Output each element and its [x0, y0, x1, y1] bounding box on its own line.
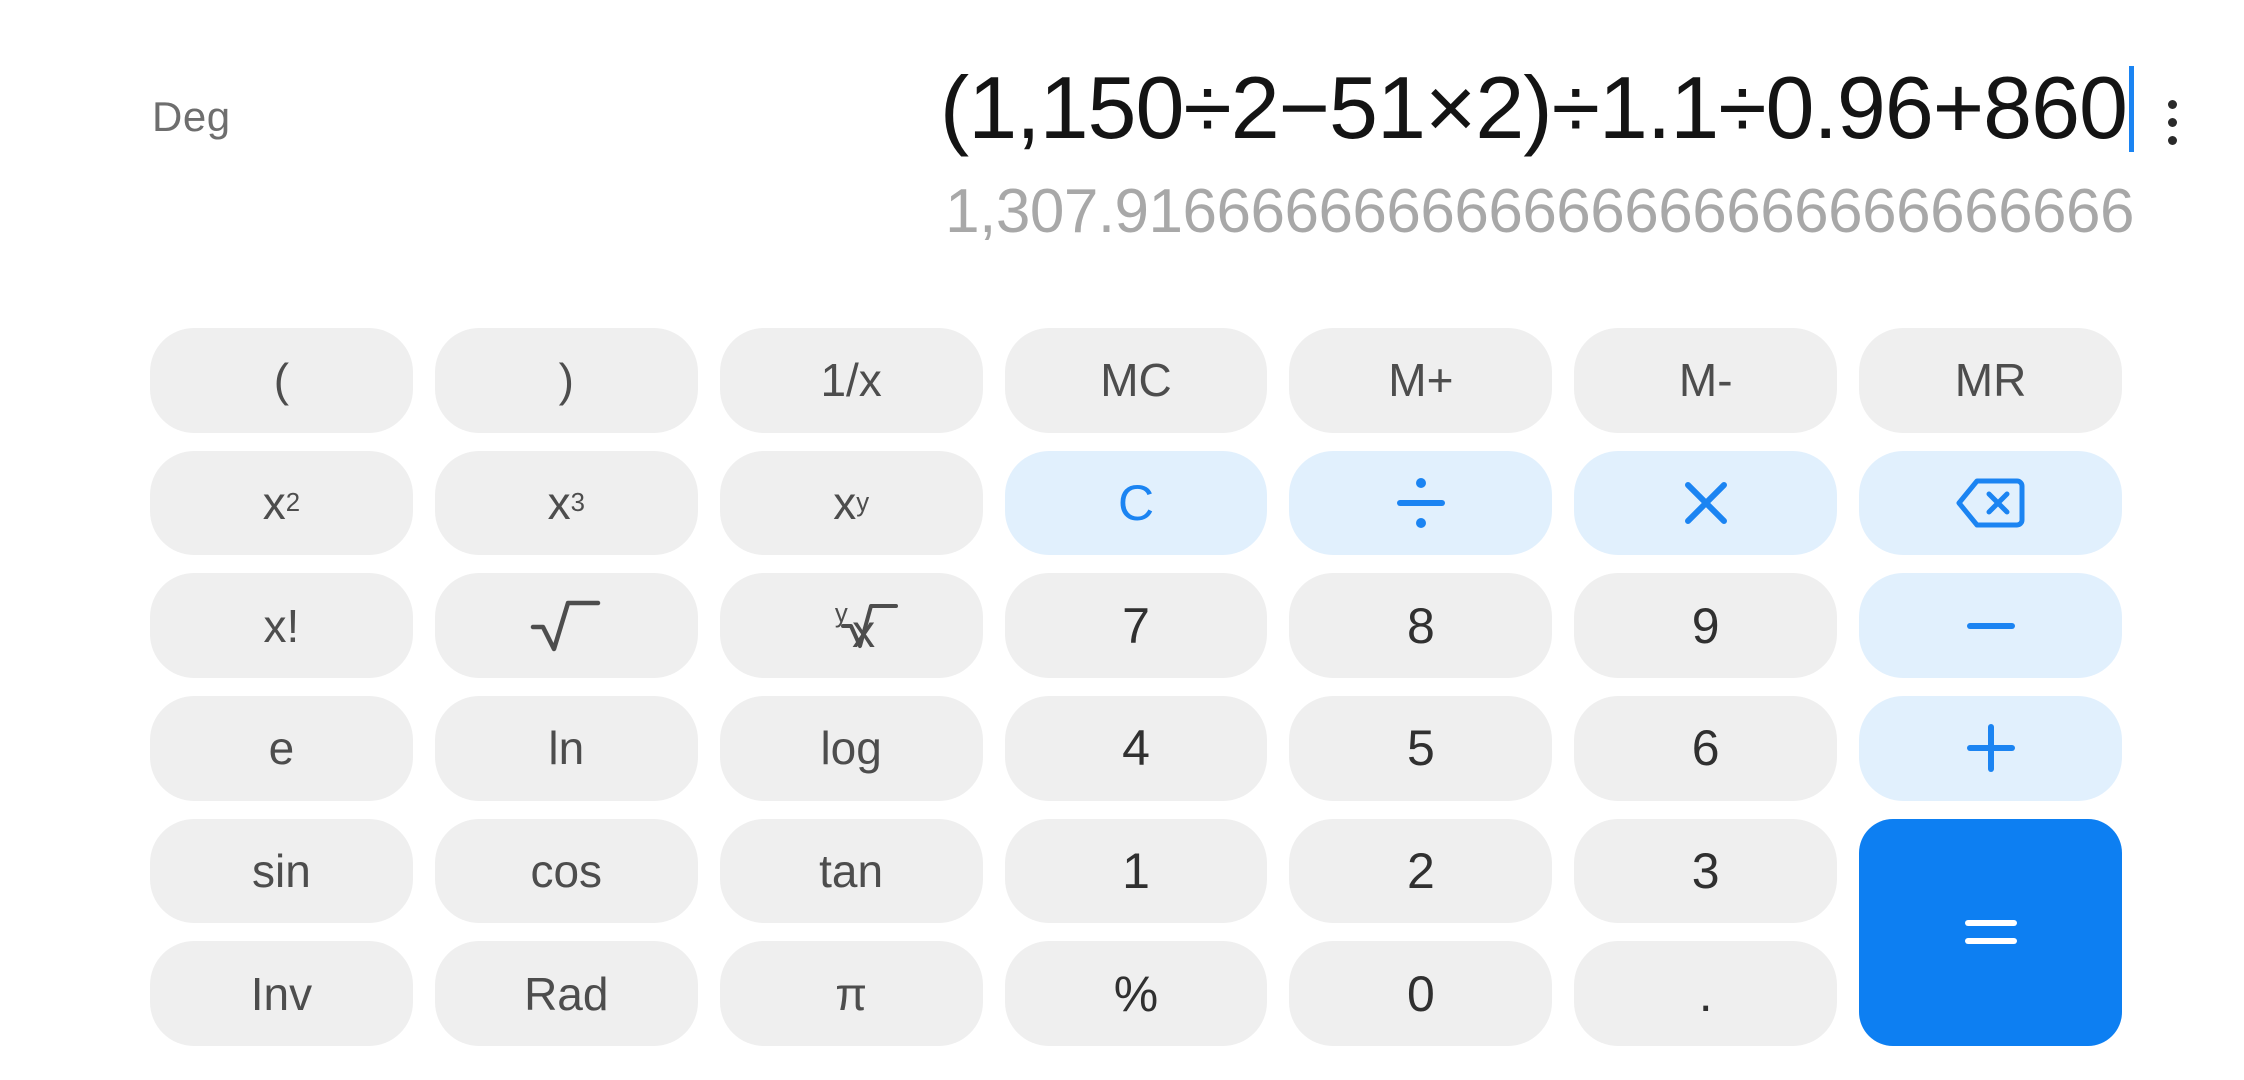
- key-digit-7[interactable]: 7: [1004, 573, 1268, 678]
- key-natural-log[interactable]: ln: [434, 695, 698, 801]
- kebab-dot-1: [2167, 99, 2177, 109]
- multiply-icon: [1676, 473, 1736, 533]
- key-label: cos: [530, 844, 603, 897]
- key-label: sin: [252, 844, 311, 897]
- key-x-squared[interactable]: x2: [150, 450, 413, 556]
- key-digit-4[interactable]: 4: [1004, 695, 1268, 801]
- key-label: 6: [1691, 720, 1720, 777]
- key-label: Inv: [250, 967, 313, 1020]
- square-root-icon: [530, 595, 602, 657]
- key-memory-sub[interactable]: M-: [1574, 328, 1838, 433]
- divide-icon: [1391, 473, 1451, 533]
- key-paren-open[interactable]: (: [150, 328, 413, 433]
- key-tan[interactable]: tan: [719, 818, 983, 924]
- expression-row[interactable]: (1,150÷2−51×2)÷1.1÷0.96+860: [940, 52, 2134, 158]
- kebab-dot-3: [2167, 135, 2177, 145]
- key-reciprocal[interactable]: 1/x: [719, 328, 983, 433]
- result-row: 1,307.916666666666666666666666666666: [945, 177, 2134, 246]
- key-label: 7: [1122, 597, 1150, 654]
- keypad-grid: () 1/x MC M+ M- MR x 2 x 3 x y Cx! y x 7 8 9 e ln log 4 5 6 sin c…: [0, 320, 2244, 1080]
- key-digit-9[interactable]: 9: [1574, 573, 1838, 678]
- key-radian[interactable]: Rad: [434, 941, 698, 1046]
- kebab-menu-icon[interactable]: [2142, 92, 2202, 152]
- key-label: ): [558, 354, 574, 407]
- key-x-cubed[interactable]: x3: [434, 450, 698, 556]
- plus-icon: [1961, 718, 2021, 778]
- key-memory-clear[interactable]: MC: [1004, 328, 1268, 433]
- key-inverse[interactable]: Inv: [150, 941, 413, 1046]
- key-digit-1[interactable]: 1: [1004, 818, 1268, 924]
- key-cos[interactable]: cos: [434, 818, 698, 924]
- key-backspace[interactable]: [1859, 450, 2122, 556]
- key-multiply[interactable]: [1574, 450, 1838, 556]
- key-label: 1: [1122, 842, 1150, 899]
- key-subtract[interactable]: [1859, 573, 2122, 678]
- key-log[interactable]: log: [719, 695, 983, 801]
- key-digit-6[interactable]: 6: [1574, 695, 1838, 801]
- calculator-app: Deg (1,150÷2−51×2)÷1.1÷0.96+860 1,307.91…: [0, 0, 2244, 1080]
- equals-icon: [1961, 908, 2021, 956]
- minus-icon: [1961, 596, 2021, 656]
- key-label: M+: [1388, 354, 1454, 407]
- backspace-icon: [1955, 471, 2027, 535]
- key-label: π: [835, 967, 867, 1020]
- key-label: M-: [1678, 354, 1733, 407]
- key-factorial[interactable]: x!: [150, 573, 413, 678]
- key-label: C: [1117, 474, 1155, 531]
- key-label: 8: [1406, 597, 1435, 654]
- key-base: x: [547, 476, 571, 529]
- key-add[interactable]: [1859, 695, 2122, 801]
- key-digit-8[interactable]: 8: [1289, 573, 1553, 678]
- key-label: 9: [1691, 597, 1720, 654]
- key-equals[interactable]: [1859, 818, 2122, 1046]
- key-nth-root[interactable]: yx: [719, 573, 983, 678]
- key-label: 1/x: [820, 354, 882, 407]
- key-label: %: [1113, 965, 1159, 1022]
- key-label: tan: [819, 844, 884, 897]
- key-digit-2[interactable]: 2: [1289, 818, 1553, 924]
- key-label: ln: [548, 722, 585, 775]
- key-label: .: [1698, 965, 1713, 1022]
- result-text[interactable]: 1,307.916666666666666666666666666666: [945, 177, 2134, 246]
- key-label: e: [268, 722, 295, 775]
- key-digit-3[interactable]: 3: [1574, 818, 1838, 924]
- kebab-dot-2: [2167, 117, 2177, 127]
- key-clear[interactable]: C: [1004, 450, 1268, 556]
- key-percent[interactable]: %: [1004, 941, 1268, 1046]
- key-sin[interactable]: sin: [150, 818, 413, 924]
- key-digit-5[interactable]: 5: [1289, 695, 1553, 801]
- key-label: 4: [1122, 720, 1150, 777]
- key-square-root[interactable]: [434, 573, 698, 678]
- text-cursor: [2129, 66, 2134, 152]
- angle-mode-label[interactable]: Deg: [152, 96, 231, 138]
- key-x-power-y[interactable]: xy: [719, 450, 983, 556]
- key-label: 0: [1406, 965, 1435, 1022]
- key-euler[interactable]: e: [150, 695, 413, 801]
- key-paren-close[interactable]: ): [434, 328, 698, 433]
- key-label: MC: [1100, 354, 1172, 407]
- key-digit-0[interactable]: 0: [1289, 941, 1553, 1046]
- display-area: Deg (1,150÷2−51×2)÷1.1÷0.96+860 1,307.91…: [0, 0, 2244, 320]
- key-label: (: [273, 354, 290, 407]
- key-label: 3: [1691, 842, 1720, 899]
- key-label: MR: [1954, 354, 2027, 407]
- key-divide[interactable]: [1289, 450, 1553, 556]
- key-label: 2: [1406, 842, 1435, 899]
- key-memory-recall[interactable]: MR: [1859, 328, 2122, 433]
- key-label: 5: [1406, 720, 1435, 777]
- key-pi[interactable]: π: [719, 941, 983, 1046]
- nth-root-radicand: x: [852, 605, 876, 658]
- key-label: x!: [263, 599, 300, 652]
- key-decimal-point[interactable]: .: [1574, 941, 1838, 1046]
- key-label: Rad: [524, 967, 609, 1020]
- key-memory-add[interactable]: M+: [1289, 328, 1553, 433]
- key-label: log: [820, 722, 882, 775]
- key-base: x: [262, 476, 286, 529]
- expression-text[interactable]: (1,150÷2−51×2)÷1.1÷0.96+860: [940, 58, 2128, 158]
- key-base: x: [833, 476, 857, 529]
